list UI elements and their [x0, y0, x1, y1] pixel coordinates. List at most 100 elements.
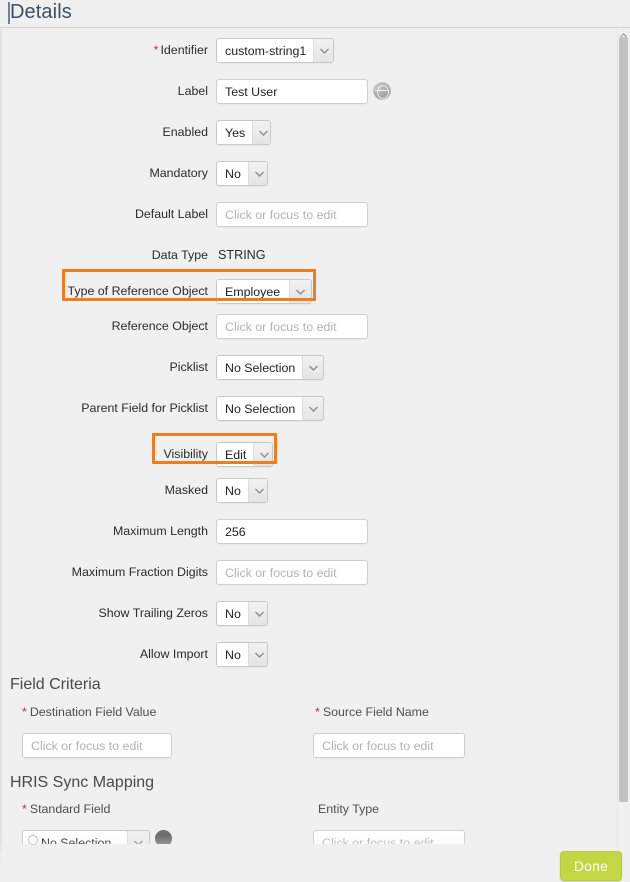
label-show-trailing-zeros: Show Trailing Zeros — [98, 606, 209, 620]
form-row-identifier: * Identifier custom-string1 — [0, 38, 600, 64]
label-mandatory: Mandatory — [149, 166, 208, 180]
enabled-value: Yes — [217, 121, 253, 144]
label-source-field-name: * Source Field Name — [315, 705, 429, 719]
scrollbar-thumb[interactable] — [619, 37, 628, 802]
reference-object-placeholder: Click or focus to edit — [216, 314, 368, 339]
default-label-placeholder: Click or focus to edit — [216, 202, 368, 227]
page-title: Details — [10, 1, 72, 23]
label-maximum-fraction-digits: Maximum Fraction Digits — [71, 565, 208, 579]
mandatory-dropdown[interactable]: No — [216, 161, 268, 186]
visibility-value: Edit — [217, 443, 254, 466]
form-row-parent-field-for-picklist: Parent Field for Picklist No Selection — [0, 396, 600, 422]
label-type-of-reference-object: Type of Reference Object — [67, 284, 208, 298]
done-button[interactable]: Done — [560, 851, 622, 881]
globe-icon[interactable] — [373, 82, 391, 100]
default-label-input[interactable]: Click or focus to edit — [216, 202, 368, 227]
label-picklist: Picklist — [169, 360, 208, 374]
parent-field-for-picklist-dropdown[interactable]: No Selection — [216, 396, 324, 421]
standard-field-info-button[interactable] — [155, 830, 177, 844]
maximum-length-input[interactable]: 256 — [216, 519, 368, 544]
label-allow-import: Allow Import — [139, 647, 208, 661]
form-row-data-type: Data Type STRING — [0, 243, 600, 269]
chevron-down-icon[interactable] — [302, 356, 323, 379]
form-row-maximum-fraction-digits: Maximum Fraction Digits Click or focus t… — [0, 560, 600, 586]
form-row-maximum-length: Maximum Length 256 — [0, 519, 600, 545]
details-form-scroll-area: * Identifier custom-string1 Label Test Us… — [0, 29, 630, 882]
picklist-value: No Selection — [217, 356, 303, 379]
masked-value: No — [217, 479, 248, 502]
chevron-down-icon[interactable] — [247, 479, 267, 502]
identifier-dropdown[interactable]: custom-string1 — [216, 38, 334, 63]
label-reference-object: Reference Object — [111, 319, 208, 333]
destination-field-value-input[interactable]: Click or focus to edit — [22, 733, 172, 758]
show-trailing-zeros-dropdown[interactable]: No — [216, 601, 268, 626]
chevron-down-icon[interactable] — [247, 602, 267, 625]
label-entity-type: Entity Type — [318, 802, 380, 816]
chevron-down-icon[interactable] — [127, 831, 149, 844]
label-visibility: Visibility — [163, 447, 208, 461]
required-asterisk: * — [22, 802, 27, 816]
destination-field-value-placeholder: Click or focus to edit — [22, 733, 172, 758]
chevron-down-icon[interactable] — [247, 643, 267, 666]
chevron-down-icon[interactable] — [313, 39, 333, 62]
details-panel: Details * Identifier custom-string1 Label… — [0, 0, 630, 882]
standard-field-dropdown[interactable]: No Selection — [22, 830, 152, 844]
form-row-allow-import: Allow Import No — [0, 642, 600, 668]
form-row-show-trailing-zeros: Show Trailing Zeros No — [0, 601, 600, 627]
maximum-fraction-digits-input[interactable]: Click or focus to edit — [216, 560, 368, 585]
maximum-length-value: 256 — [216, 519, 368, 544]
required-asterisk: * — [22, 705, 27, 719]
label-parent-field-for-picklist: Parent Field for Picklist — [81, 401, 208, 415]
form-row-picklist: Picklist No Selection — [0, 355, 600, 381]
maximum-fraction-digits-placeholder: Click or focus to edit — [216, 560, 368, 585]
required-asterisk: * — [315, 705, 320, 719]
vertical-scrollbar[interactable] — [617, 29, 630, 882]
label-input-value: Test User — [216, 79, 368, 104]
label-data-type: Data Type — [151, 248, 208, 262]
label-label: Label — [177, 84, 208, 98]
chevron-down-icon[interactable] — [302, 397, 323, 420]
label-text-input[interactable]: Test User — [216, 79, 368, 104]
label-identifier: * Identifier — [153, 43, 208, 57]
data-type-value: STRING — [218, 248, 266, 262]
visibility-dropdown[interactable]: Edit — [216, 442, 273, 467]
source-field-name-input[interactable]: Click or focus to edit — [313, 733, 465, 758]
entity-type-input[interactable]: Click or focus to edit — [313, 830, 469, 844]
chevron-down-icon[interactable] — [289, 280, 311, 303]
reference-object-input[interactable]: Click or focus to edit — [216, 314, 368, 339]
label-masked: Masked — [164, 483, 208, 497]
form-row-reference-object: Reference Object Click or focus to edit — [0, 314, 600, 340]
label-destination-field-value: * Destination Field Value — [22, 705, 157, 719]
label-maximum-length: Maximum Length — [112, 524, 208, 538]
standard-field-value: No Selection — [23, 831, 127, 844]
required-asterisk: * — [153, 43, 159, 57]
allow-import-dropdown[interactable]: No — [216, 642, 268, 667]
show-trailing-zeros-value: No — [217, 602, 248, 625]
label-standard-field: * Standard Field — [22, 802, 111, 816]
form-row-mandatory: Mandatory No — [0, 161, 600, 187]
allow-import-value: No — [217, 643, 248, 666]
form-row-type-of-reference-object: Type of Reference Object Employee — [0, 274, 600, 306]
label-enabled: Enabled — [162, 125, 208, 139]
picklist-dropdown[interactable]: No Selection — [216, 355, 324, 380]
type-of-reference-object-value: Employee — [217, 280, 289, 303]
form-row-enabled: Enabled Yes — [0, 120, 600, 146]
label-default-label: Default Label — [134, 207, 208, 221]
mandatory-value: No — [217, 162, 248, 185]
masked-dropdown[interactable]: No — [216, 478, 268, 503]
done-button-label: Done — [573, 858, 609, 874]
entity-type-placeholder: Click or focus to edit — [313, 830, 465, 844]
section-heading-field-criteria: Field Criteria — [10, 676, 101, 693]
standard-field-radio[interactable] — [28, 835, 38, 845]
type-of-reference-object-dropdown[interactable]: Employee — [216, 279, 312, 304]
enabled-dropdown[interactable]: Yes — [216, 120, 271, 145]
chevron-down-icon[interactable] — [253, 443, 272, 466]
chevron-down-icon[interactable] — [247, 162, 267, 185]
chevron-down-icon[interactable] — [252, 121, 270, 144]
section-heading-hris-sync-mapping: HRIS Sync Mapping — [10, 774, 155, 791]
source-field-name-placeholder: Click or focus to edit — [313, 733, 465, 758]
panel-header: Details — [0, 0, 630, 28]
form-row-default-label: Default Label Click or focus to edit — [0, 202, 600, 228]
form-row-label: Label Test User — [0, 79, 600, 105]
identifier-value: custom-string1 — [217, 39, 314, 62]
